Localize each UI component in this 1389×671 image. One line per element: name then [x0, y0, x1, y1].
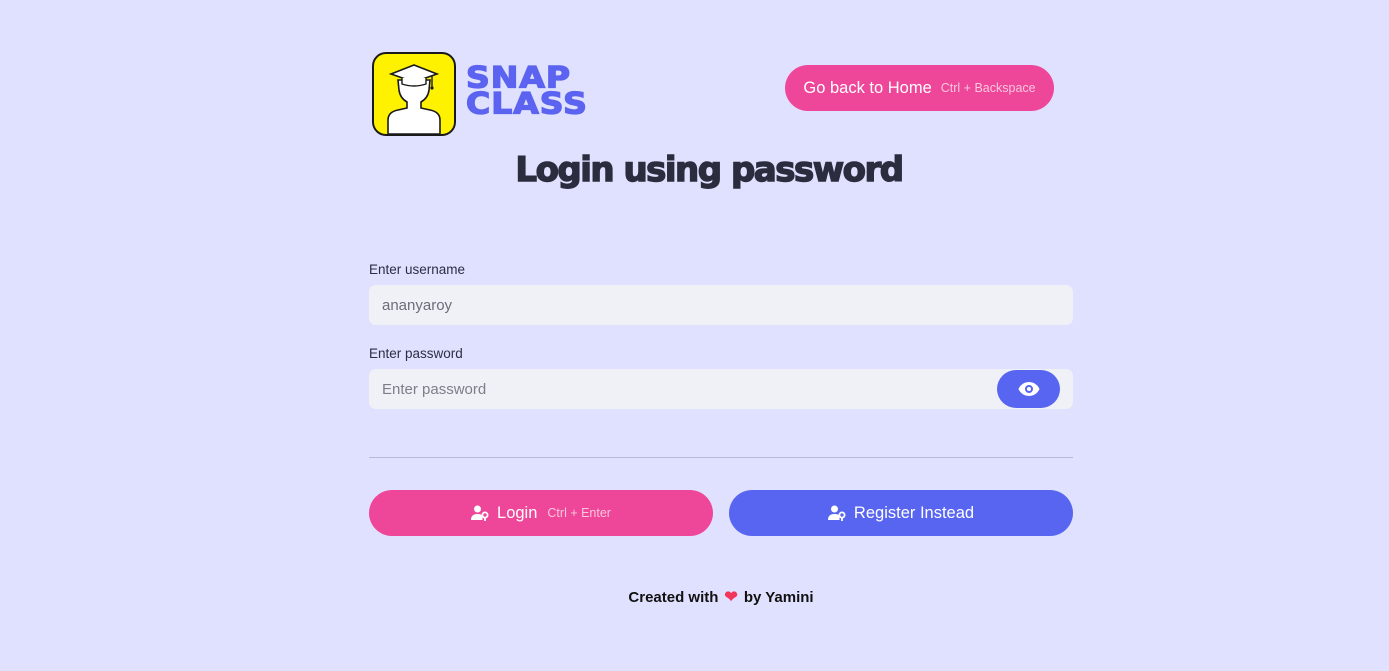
login-label: Login [497, 503, 538, 522]
login-page: SNAP CLASS Go back to Home Ctrl + Backsp… [0, 0, 1389, 671]
brand-wordmark: SNAP CLASS [465, 62, 588, 121]
login-button[interactable]: Login Ctrl + Enter [369, 490, 713, 536]
login-shortcut: Ctrl + Enter [547, 506, 611, 520]
register-label: Register Instead [853, 503, 975, 522]
password-input[interactable] [369, 369, 1073, 409]
divider [369, 457, 1073, 458]
page-title: Login using password [515, 149, 905, 190]
register-button[interactable]: Register Instead [729, 490, 1073, 536]
footer-suffix: by Yamini [743, 588, 814, 606]
eye-icon [1018, 382, 1039, 396]
snapclass-logo-icon[interactable] [372, 52, 456, 136]
footer-prefix: Created with [628, 588, 719, 606]
go-home-shortcut: Ctrl + Backspace [940, 81, 1036, 95]
user-key-icon [471, 505, 489, 521]
user-key-icon [827, 505, 846, 521]
go-home-button[interactable]: Go back to Home Ctrl + Backspace [785, 65, 1054, 111]
username-input[interactable] [369, 285, 1073, 325]
password-label: Enter password [369, 346, 463, 361]
username-label: Enter username [369, 262, 466, 277]
heart-icon: ❤ [724, 589, 738, 606]
go-home-label: Go back to Home [803, 78, 932, 97]
footer-credit: Created with ❤ by Yamini [0, 587, 1389, 607]
brand-line-2: CLASS [465, 85, 588, 121]
toggle-password-visibility-button[interactable] [997, 370, 1060, 408]
